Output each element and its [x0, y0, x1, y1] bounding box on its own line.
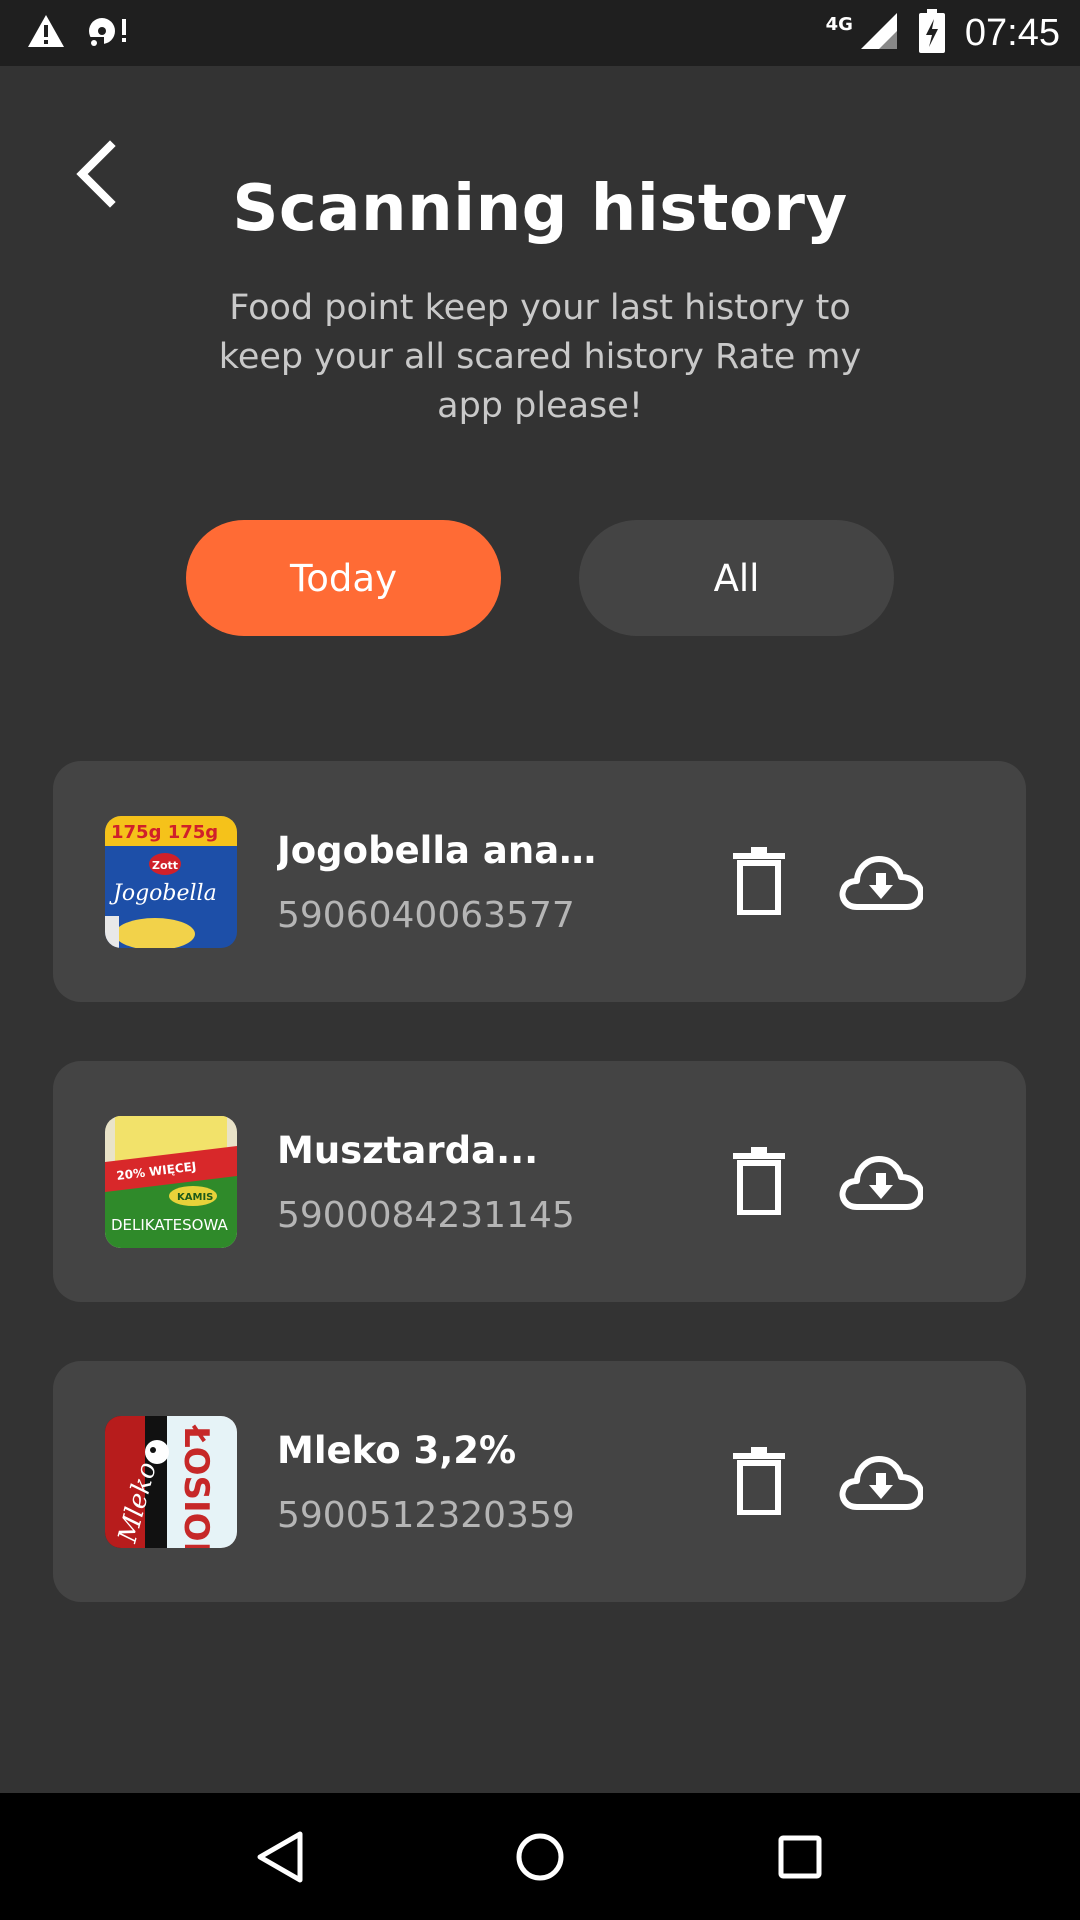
trash-icon	[733, 1447, 785, 1515]
item-barcode: 5900512320359	[277, 1495, 575, 1536]
item-name: Musztarda...	[277, 1129, 539, 1172]
cloud-download-icon	[839, 1456, 923, 1510]
product-thumbnail-musztarda: 20% WIĘCEJ KAMIS DELIKATESOWA	[105, 1116, 237, 1248]
media-icon	[86, 13, 130, 53]
svg-text:175g 175g: 175g 175g	[111, 822, 218, 843]
item-barcode: 5906040063577	[277, 895, 575, 936]
filter-today-label: Today	[289, 556, 397, 600]
signal-icon	[859, 11, 899, 55]
svg-text:DELIKATESOWA: DELIKATESOWA	[111, 1216, 228, 1234]
status-right: 4G 07:45	[826, 9, 1060, 57]
delete-button[interactable]	[731, 847, 787, 915]
delete-button[interactable]	[731, 1447, 787, 1515]
cloud-download-icon	[839, 856, 923, 910]
history-item-card[interactable]: 175g 175g Zott Jogobella Jogobella anana…	[53, 761, 1026, 1002]
page-title: Scanning history	[232, 172, 848, 246]
filter-today-button[interactable]: Today	[186, 520, 501, 636]
back-triangle-icon	[257, 1831, 303, 1882]
home-circle-icon	[516, 1833, 564, 1880]
item-barcode: 5900084231145	[277, 1195, 575, 1236]
nav-home-button[interactable]	[510, 1827, 570, 1887]
delete-button[interactable]	[731, 1147, 787, 1215]
trash-icon	[733, 1147, 785, 1215]
filter-all-button[interactable]: All	[579, 520, 894, 636]
nav-recents-button[interactable]	[770, 1827, 830, 1887]
battery-charging-icon	[918, 9, 945, 57]
status-bar: 4G 07:45	[0, 0, 1080, 66]
product-thumbnail-jogobella: 175g 175g Zott Jogobella	[105, 816, 237, 948]
status-left	[26, 13, 130, 53]
recents-square-icon	[778, 1835, 822, 1878]
trash-icon	[733, 847, 785, 915]
svg-text:Zott: Zott	[152, 859, 178, 872]
item-name: Mleko 3,2%	[277, 1429, 517, 1472]
network-type-label: 4G	[825, 13, 853, 35]
scanning-history-screen: 4G 07:45 Scanning history Food point kee…	[0, 0, 1080, 1920]
svg-text:Jogobella: Jogobella	[109, 881, 217, 906]
history-item-card[interactable]: 20% WIĘCEJ KAMIS DELIKATESOWA Musztarda.…	[53, 1061, 1026, 1302]
item-name: Jogobella ananas	[277, 829, 617, 872]
download-button[interactable]	[839, 1153, 923, 1211]
system-nav-bar	[0, 1793, 1080, 1920]
history-item-card[interactable]: ŁOSIONE Mleko Mleko 3,2% 5900512320359	[53, 1361, 1026, 1602]
svg-text:KAMIS: KAMIS	[177, 1192, 213, 1203]
svg-text:ŁOSIONE: ŁOSIONE	[176, 1424, 216, 1548]
download-button[interactable]	[839, 1453, 923, 1511]
nav-back-button[interactable]	[250, 1827, 310, 1887]
download-button[interactable]	[839, 853, 923, 911]
page-subtitle: Food point keep your last history to kee…	[218, 288, 862, 426]
product-thumbnail-mleko: ŁOSIONE Mleko	[105, 1416, 237, 1548]
status-time: 07:45	[964, 11, 1060, 54]
cloud-download-icon	[839, 1156, 923, 1210]
warning-icon	[26, 13, 66, 53]
filter-all-label: All	[713, 556, 760, 600]
